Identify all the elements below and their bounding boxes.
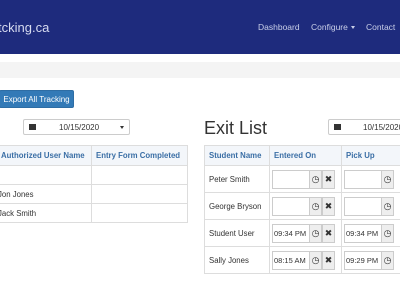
exit-date-value: 10/15/2020: [363, 123, 400, 132]
col-student-name: Student Name: [204, 145, 270, 166]
entered-time-input[interactable]: [272, 169, 310, 189]
clock-icon[interactable]: ◷: [309, 196, 322, 216]
col-authorized-user-name: Authorized User Name: [0, 145, 92, 166]
clock-icon[interactable]: ◷: [381, 223, 394, 243]
table-row: Student User 09:34 PM ◷ ✖ 09:34 PM ◷: [204, 219, 400, 247]
exit-date-picker[interactable]: 10/15/2020: [328, 119, 400, 135]
clock-icon[interactable]: ◷: [309, 169, 322, 189]
exit-list-table: Student Name Entered On Pick Up Peter Sm…: [204, 145, 400, 274]
entered-time-input[interactable]: [272, 196, 310, 216]
auth-date-picker[interactable]: 10/15/2020: [23, 119, 130, 135]
entered-time-input[interactable]: 09:34 PM: [272, 223, 310, 243]
cell-student-name: Peter Smith: [204, 165, 270, 193]
chevron-down-icon: [120, 126, 124, 129]
pickup-time-picker: 09:34 PM ◷: [344, 223, 400, 243]
table-row: Jack Smith: [0, 203, 188, 223]
entered-time-input[interactable]: 08:15 AM: [272, 250, 310, 270]
cell-student-name: Sally Jones: [204, 246, 270, 274]
entered-time-picker: 09:34 PM ◷ ✖: [272, 223, 336, 243]
exit-list-title: Exit List: [204, 118, 268, 138]
pickup-time-picker: ◷: [344, 196, 400, 216]
cell-student-name: Student User: [204, 219, 270, 247]
cell-user-name: Jack Smith: [0, 203, 92, 223]
cell-entry-form: [91, 203, 188, 223]
clear-icon[interactable]: ✖: [322, 250, 335, 270]
pickup-time-input[interactable]: [344, 196, 382, 216]
pickup-time-input[interactable]: 09:34 PM: [344, 223, 382, 243]
cell-user-name: [0, 165, 92, 185]
entered-time-picker: ◷ ✖: [272, 169, 336, 189]
table-row: George Bryson ◷ ✖ ◷: [204, 192, 400, 220]
clear-icon[interactable]: ✖: [322, 169, 335, 189]
authorized-users-table: Authorized User Name Entry Form Complete…: [0, 145, 188, 223]
entered-time-picker: ◷ ✖: [272, 196, 336, 216]
auth-date-value: 10/15/2020: [59, 123, 100, 132]
table-row: Sally Jones 08:15 AM ◷ ✖ 09:29 PM ◷: [204, 246, 400, 274]
export-all-tracking-button[interactable]: Export All Tracking: [0, 90, 74, 108]
table-header-row: Authorized User Name Entry Form Complete…: [0, 145, 188, 166]
col-entry-form-completed: Entry Form Completed: [91, 145, 188, 166]
calendar-icon: [29, 124, 36, 130]
col-pick-up: Pick Up: [341, 145, 400, 166]
pickup-time-input[interactable]: 09:29 PM: [344, 250, 382, 270]
nav-configure-label: Configure: [311, 22, 348, 32]
clock-icon[interactable]: ◷: [309, 250, 322, 270]
table-row: Jon Jones: [0, 184, 188, 204]
chevron-down-icon: [350, 26, 355, 30]
clock-icon[interactable]: ◷: [381, 250, 394, 270]
cell-entry-form: [91, 184, 188, 204]
nav-configure[interactable]: Configure: [311, 22, 355, 32]
clock-icon[interactable]: ◷: [381, 169, 394, 189]
clock-icon[interactable]: ◷: [381, 196, 394, 216]
cell-student-name: George Bryson: [204, 192, 270, 220]
clear-icon[interactable]: ✖: [322, 223, 335, 243]
calendar-icon: [334, 124, 341, 130]
pickup-time-input[interactable]: [344, 169, 382, 189]
table-row: [0, 165, 188, 185]
table-header-row: Student Name Entered On Pick Up: [204, 145, 400, 166]
pickup-time-picker: 09:29 PM ◷: [344, 250, 400, 270]
pickup-time-picker: ◷: [344, 169, 400, 189]
clear-icon[interactable]: ✖: [322, 196, 335, 216]
top-navbar: tcking.ca Dashboard Configure Contact: [0, 0, 400, 54]
cell-entry-form: [91, 165, 188, 185]
entered-time-picker: 08:15 AM ◷ ✖: [272, 250, 336, 270]
brand-title[interactable]: tcking.ca: [0, 20, 49, 35]
table-row: Peter Smith ◷ ✖ ◷: [204, 165, 400, 193]
cell-user-name: Jon Jones: [0, 184, 92, 204]
nav-dashboard[interactable]: Dashboard: [258, 22, 300, 32]
content-divider: [0, 62, 400, 78]
col-entered-on: Entered On: [269, 145, 342, 166]
clock-icon[interactable]: ◷: [309, 223, 322, 243]
nav-contact[interactable]: Contact: [366, 22, 395, 32]
